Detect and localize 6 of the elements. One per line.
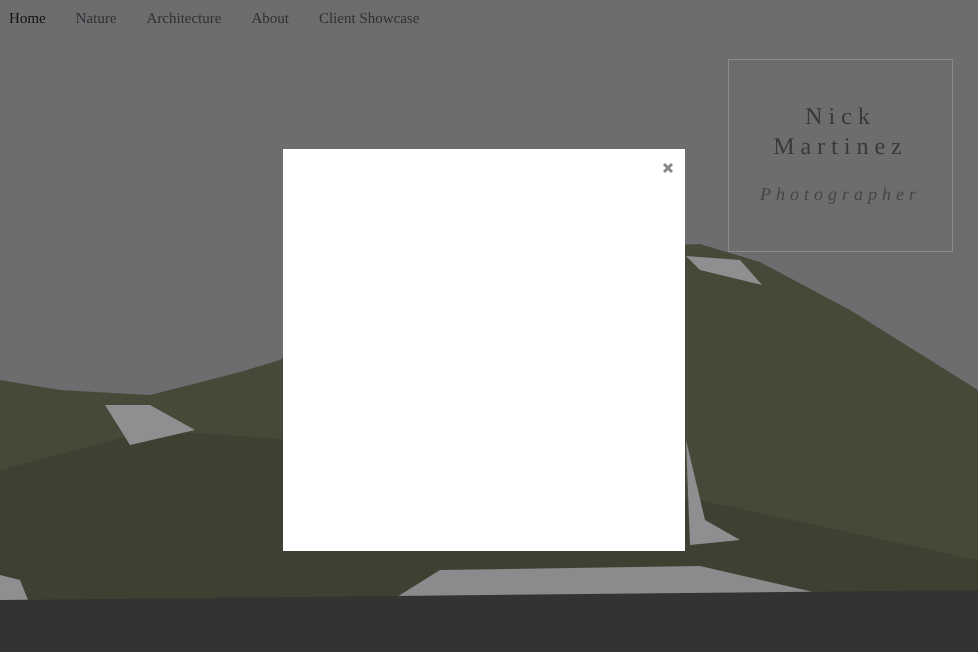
close-icon[interactable]	[662, 162, 674, 174]
nav-link[interactable]: About	[251, 10, 289, 28]
nav-link[interactable]: Nature	[76, 10, 116, 28]
nav-link[interactable]: Home	[9, 10, 46, 28]
nav-link[interactable]: Client Showcase	[318, 10, 420, 28]
nav-link[interactable]: Architecture	[146, 10, 222, 28]
